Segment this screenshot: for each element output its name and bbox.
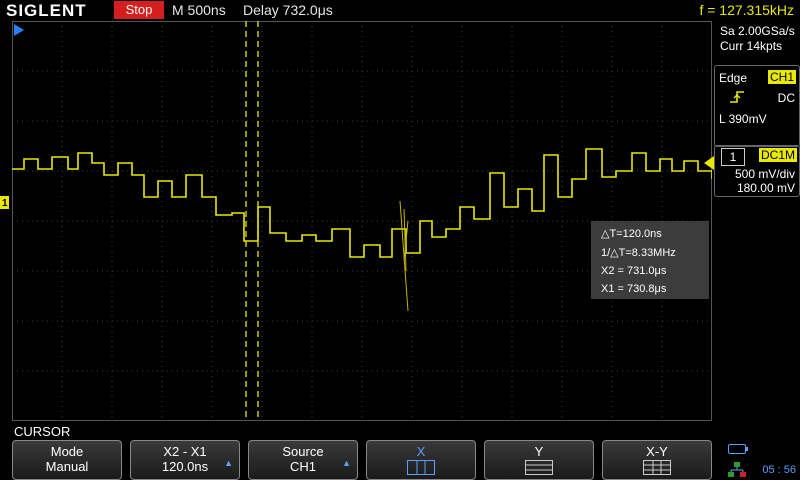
trigger-coupling: DC: [777, 91, 795, 105]
adjust-arrow-icon: ▲: [224, 458, 233, 468]
softkey-x-y[interactable]: X-Y: [602, 440, 712, 480]
top-status-bar: SIGLENT Stop M 500ns Delay 732.0μs f = 1…: [0, 0, 800, 21]
channel-offset: 180.00 mV: [736, 181, 795, 195]
trigger-source: CH1: [767, 70, 796, 84]
softkey-y[interactable]: Y: [484, 440, 594, 480]
softkey-value: Manual: [45, 459, 89, 474]
glitch-spike: [399, 200, 409, 312]
sample-rate: Sa 2.00GSa/s: [720, 24, 795, 38]
inverse-delta-t-value: 1/△T=8.33MHz: [601, 247, 676, 259]
svg-text:1: 1: [2, 198, 8, 209]
x-cursor-icon: [407, 460, 435, 475]
right-info-panel: Sa 2.00GSa/s Curr 14kpts Edge CH1 DC L 3…: [704, 21, 800, 439]
menu-title: CURSOR: [14, 424, 71, 439]
softkey-label: X2 - X1: [163, 444, 207, 459]
softkey-x2-x1[interactable]: X2 - X1 120.0ns ▲: [130, 440, 240, 480]
trigger-type: Edge: [719, 71, 748, 85]
delay-readout: Delay 732.0μs: [243, 2, 333, 18]
cursor-measurement-box: △T=120.0ns 1/△T=8.33MHz X2 = 731.0μs X1 …: [591, 221, 709, 299]
acquisition-info: Sa 2.00GSa/s Curr 14kpts: [720, 24, 795, 54]
channel-coupling: DC1M: [758, 148, 797, 162]
delta-t-value: △T=120.0ns: [601, 228, 662, 240]
softkey-label: X-Y: [646, 444, 668, 459]
channel-scale: 500 mV/div: [734, 167, 795, 181]
x1-value: X1 = 730.8μs: [601, 283, 667, 295]
softkey-label: X: [416, 444, 426, 459]
brand-logo: SIGLENT: [6, 1, 87, 20]
channel1-box[interactable]: 1 DC1M 500 mV/div 180.00 mV: [714, 145, 800, 197]
softkey-value: 120.0ns: [161, 459, 209, 474]
clock: 05 : 56: [762, 464, 796, 476]
adjust-arrow-icon: ▲: [342, 458, 351, 468]
network-icon: [728, 462, 746, 477]
rising-edge-icon: [730, 91, 744, 103]
ch1-ground-marker-icon: 1: [0, 196, 9, 209]
channel-number: 1: [721, 148, 745, 166]
softkey-label: Source: [282, 444, 324, 459]
run-stop-indicator[interactable]: Stop: [114, 1, 164, 19]
system-status: 05 : 56: [722, 440, 800, 480]
softkey-mode[interactable]: Mode Manual: [12, 440, 122, 480]
frequency-counter: f = 127.315kHz: [699, 2, 794, 18]
memory-depth: Curr 14kpts: [720, 39, 783, 53]
softkey-label: Mode: [50, 444, 84, 459]
y-cursor-icon: [525, 460, 553, 475]
softkey-label: Y: [534, 444, 544, 459]
x2-value: X2 = 731.0μs: [601, 265, 667, 277]
trigger-box[interactable]: Edge CH1 DC L 390mV: [714, 65, 800, 147]
battery-icon: [728, 444, 748, 454]
softkey-bar: Mode Manual X2 - X1 120.0ns ▲ Source CH1…: [12, 440, 712, 480]
trigger-position-marker-icon: [14, 24, 24, 36]
xy-cursor-icon: [643, 460, 671, 475]
softkey-source[interactable]: Source CH1 ▲: [248, 440, 358, 480]
softkey-value: CH1: [289, 459, 316, 474]
softkey-x[interactable]: X: [366, 440, 476, 480]
trigger-level: L 390mV: [719, 112, 767, 126]
timebase-readout: M 500ns: [172, 2, 226, 18]
